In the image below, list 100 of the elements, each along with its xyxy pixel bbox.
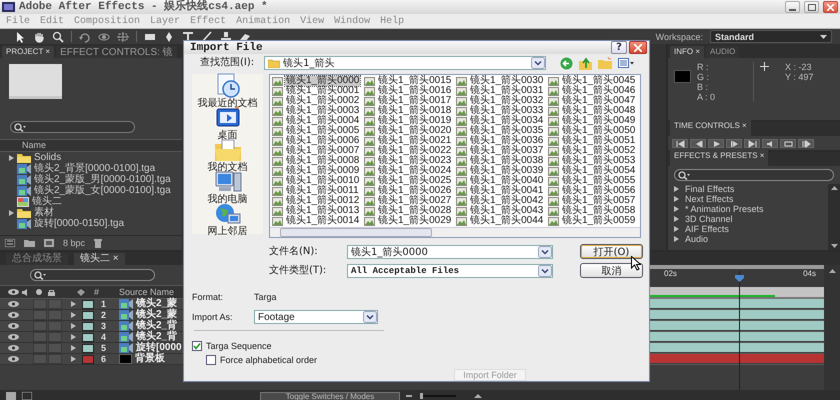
file-type-label: 文件类型(T): bbox=[269, 264, 328, 277]
close-button[interactable] bbox=[629, 41, 647, 54]
label-swatch[interactable] bbox=[82, 354, 94, 364]
label-swatch[interactable] bbox=[82, 322, 94, 330]
scrollbar[interactable] bbox=[828, 184, 840, 250]
project-item[interactable]: Solids bbox=[34, 152, 62, 163]
time-control-button[interactable] bbox=[708, 139, 724, 148]
time-control-button[interactable] bbox=[672, 139, 688, 148]
search-field[interactable] bbox=[30, 269, 155, 281]
composition-tab[interactable]: 镜头二 × bbox=[74, 253, 125, 265]
place-shortcut[interactable]: 桌面 bbox=[214, 110, 240, 142]
effect-category[interactable]: Audio bbox=[685, 234, 708, 244]
layer-number: 3 bbox=[101, 321, 108, 331]
search-field[interactable] bbox=[674, 169, 834, 181]
effect-category[interactable]: Final Effects bbox=[685, 184, 734, 194]
layer-number: 1 bbox=[101, 299, 108, 309]
trash-icon[interactable] bbox=[94, 238, 102, 248]
project-item[interactable]: 镜头2_背景[0000-0100].tga bbox=[34, 163, 156, 174]
orbit-camera-icon[interactable] bbox=[98, 30, 110, 42]
image-list-item[interactable]: 镜头1_箭头0059 bbox=[561, 216, 636, 226]
eye-icon[interactable] bbox=[8, 323, 19, 329]
effect-category[interactable]: * Animation Presets bbox=[685, 204, 764, 214]
interpret-footage-icon[interactable] bbox=[5, 239, 15, 247]
help-button[interactable]: ? bbox=[611, 41, 627, 54]
place-shortcut[interactable]: 网上邻居 bbox=[208, 206, 248, 238]
layer-number: 6 bbox=[101, 354, 108, 364]
close-button[interactable] bbox=[823, 1, 838, 13]
panel-tab[interactable]: EFFECTS & PRESETS × bbox=[670, 150, 768, 166]
workspace-dropdown[interactable]: Standard bbox=[710, 30, 832, 43]
label-swatch[interactable] bbox=[82, 332, 94, 342]
panel-tab[interactable]: PROJECT × bbox=[2, 46, 54, 58]
time-control-button[interactable] bbox=[780, 139, 796, 148]
checkbox[interactable] bbox=[206, 355, 216, 365]
panel-tab[interactable]: AUDIO bbox=[706, 46, 740, 58]
place-shortcut[interactable]: 我的文档 bbox=[208, 142, 248, 174]
pan-behind-icon[interactable] bbox=[117, 30, 129, 42]
image-list-item[interactable]: 镜头1_箭头0044 bbox=[469, 216, 544, 226]
toggle-switches-button[interactable]: Toggle Switches / Modes bbox=[260, 392, 400, 400]
effect-category[interactable]: 3D Channel bbox=[685, 214, 733, 224]
view-menu-icon[interactable] bbox=[618, 58, 634, 68]
eye-icon[interactable] bbox=[8, 312, 19, 318]
zoom-icon[interactable] bbox=[52, 30, 64, 42]
eye-icon[interactable] bbox=[8, 289, 19, 295]
image-list-item[interactable]: 镜头1_箭头0029 bbox=[377, 216, 452, 226]
effect-category[interactable]: AIF Effects bbox=[685, 224, 729, 234]
new-composition-icon[interactable] bbox=[44, 239, 54, 247]
panel-tab[interactable]: INFO × bbox=[670, 46, 704, 58]
expand-pane-icon[interactable] bbox=[22, 392, 32, 400]
checkbox[interactable] bbox=[192, 341, 202, 351]
work-area-bar[interactable] bbox=[650, 287, 824, 299]
new-folder-icon[interactable] bbox=[24, 239, 35, 247]
eye-icon[interactable] bbox=[8, 301, 19, 307]
time-control-button[interactable] bbox=[744, 139, 760, 148]
place-shortcut[interactable]: 我的电脑 bbox=[208, 174, 248, 206]
eye-icon[interactable] bbox=[8, 356, 19, 362]
hand-icon[interactable] bbox=[33, 30, 45, 42]
up-folder-icon[interactable] bbox=[579, 56, 592, 70]
search-icon bbox=[14, 122, 26, 132]
search-field[interactable] bbox=[10, 121, 135, 133]
back-icon[interactable] bbox=[560, 56, 574, 70]
scrollbar[interactable] bbox=[824, 265, 840, 390]
label-swatch[interactable] bbox=[82, 310, 94, 320]
minimize-button[interactable] bbox=[785, 1, 800, 13]
label-swatch[interactable] bbox=[82, 344, 94, 352]
project-item[interactable]: 镜头二 bbox=[32, 196, 62, 207]
time-control-button[interactable] bbox=[726, 139, 742, 148]
import-as-dropdown[interactable]: Footage bbox=[254, 310, 378, 324]
time-control-button[interactable] bbox=[762, 139, 778, 148]
image-list-item[interactable]: 镜头1_箭头0014 bbox=[285, 216, 360, 226]
label-icon bbox=[77, 288, 85, 296]
panel-tab[interactable]: TIME CONTROLS × bbox=[670, 120, 751, 136]
place-shortcut[interactable]: 我最近的文档 bbox=[198, 78, 258, 110]
project-item[interactable]: 旋转[0000-0150].tga bbox=[34, 218, 124, 229]
brush-icon[interactable] bbox=[201, 30, 213, 42]
expand-triangle-icon[interactable] bbox=[9, 154, 14, 160]
label-swatch[interactable] bbox=[82, 300, 94, 308]
time-control-button[interactable] bbox=[798, 139, 814, 148]
effect-category[interactable]: Next Effects bbox=[685, 194, 734, 204]
cancel-button[interactable]: 取消 bbox=[580, 263, 643, 278]
file-name-field[interactable]: 镜头1_箭头0000 bbox=[347, 244, 553, 259]
expand-triangle-icon[interactable] bbox=[9, 210, 14, 216]
project-item[interactable]: 镜头2_蒙版_男[0000-0100].tga bbox=[34, 174, 171, 185]
rotate-icon[interactable] bbox=[79, 30, 91, 42]
scrollbar[interactable] bbox=[270, 227, 640, 238]
footage-icon bbox=[119, 321, 133, 331]
panel-tab[interactable]: EFFECT CONTROLS: 镜 bbox=[56, 46, 177, 58]
image-file-icon bbox=[456, 76, 467, 86]
eye-icon[interactable] bbox=[8, 334, 19, 340]
project-item[interactable]: 素材 bbox=[34, 207, 54, 218]
time-control-button[interactable] bbox=[690, 139, 706, 148]
playhead-icon[interactable] bbox=[735, 275, 744, 282]
composition-tab[interactable]: 总合成场景 bbox=[6, 253, 68, 265]
bit-depth-button[interactable]: 8 bpc bbox=[63, 238, 86, 248]
maximize-button[interactable] bbox=[804, 1, 819, 13]
eye-icon[interactable] bbox=[8, 345, 19, 351]
file-type-dropdown[interactable]: All Acceptable Files bbox=[347, 264, 553, 278]
open-button[interactable]: 打开(O) bbox=[580, 244, 643, 260]
selection-arrow-icon[interactable] bbox=[14, 30, 26, 42]
look-in-dropdown[interactable]: 镜头1_箭头 bbox=[264, 56, 546, 70]
project-item[interactable]: 镜头2_蒙版_女[0000-0100].tga bbox=[34, 185, 171, 196]
